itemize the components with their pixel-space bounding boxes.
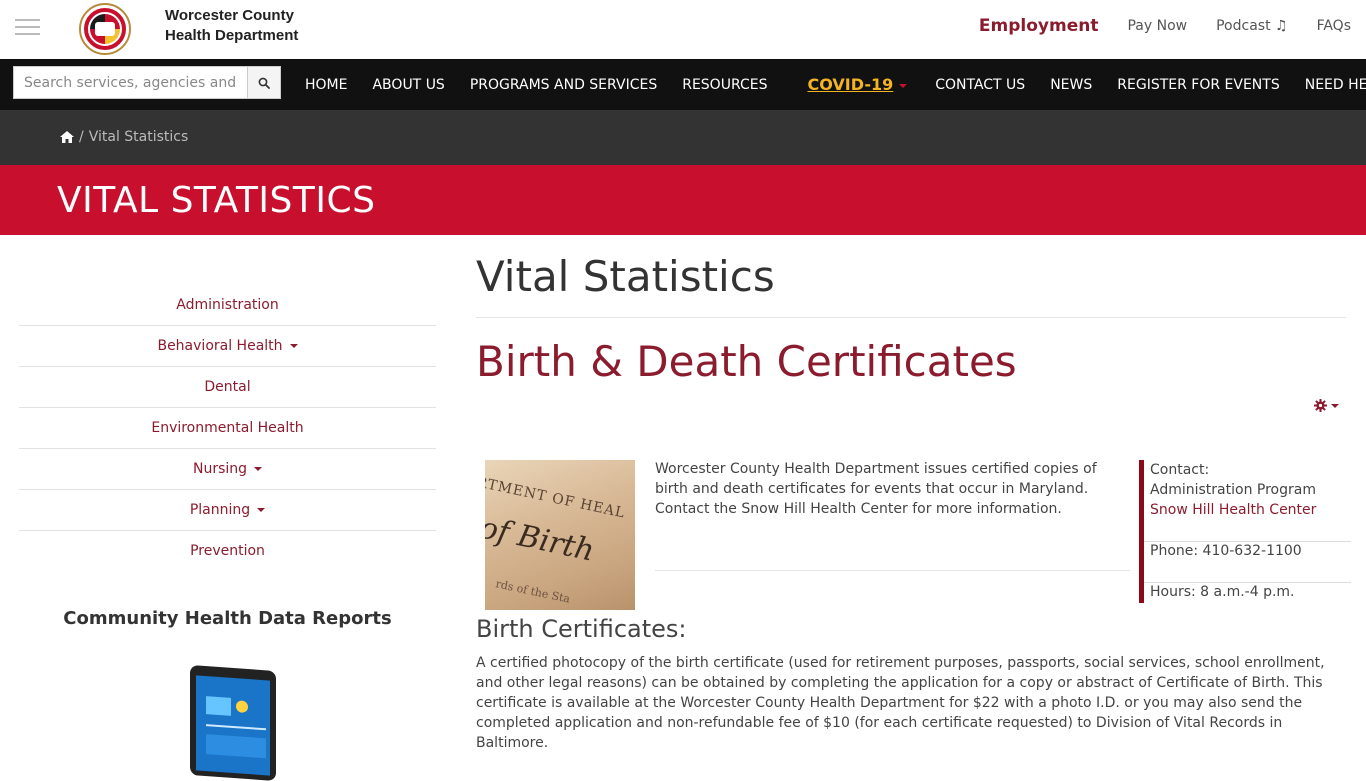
chevron-down-icon [257, 508, 266, 512]
search-icon [258, 77, 270, 89]
sidebar-item-label: Administration [176, 297, 279, 313]
snow-hill-health-center-link[interactable]: Snow Hill Health Center [1150, 502, 1316, 518]
sidebar-item-label: Planning [189, 502, 251, 518]
org-name-line2: Health Department [165, 27, 299, 44]
chevron-down-icon [899, 83, 908, 88]
health-data-tablet-image[interactable] [190, 664, 276, 781]
breadcrumb-separator: / [79, 129, 84, 145]
nav-links: HOME ABOUT US PROGRAMS AND SERVICES RESO… [305, 59, 1366, 110]
nav-news[interactable]: NEWS [1050, 77, 1092, 93]
sidebar-item-nursing[interactable]: Nursing [19, 449, 436, 490]
birth-certificate-image: RTMENT OF HEAL of Birth rds of the Sta [485, 460, 635, 610]
home-icon[interactable] [60, 131, 74, 143]
health-department-logo[interactable] [79, 3, 131, 55]
page-title: Vital Statistics [476, 252, 775, 301]
sidebar-item-label: Behavioral Health [157, 338, 283, 354]
contact-box: Contact: Administration Program Snow Hil… [1139, 460, 1351, 603]
nav-register-for-events[interactable]: REGISTER FOR EVENTS [1117, 77, 1279, 93]
contact-hours: Hours: 8 a.m.-4 p.m. [1150, 584, 1295, 600]
sidebar-item-label: Environmental Health [151, 420, 304, 436]
chevron-down-icon [254, 467, 263, 471]
search-input[interactable] [13, 66, 248, 99]
nav-covid-19[interactable]: COVID-19 [807, 75, 908, 94]
breadcrumb-bar: / Vital Statistics [0, 110, 1366, 165]
contact-label: Contact: [1150, 462, 1210, 478]
sidebar-item-label: Prevention [190, 543, 265, 559]
breadcrumb-current: Vital Statistics [88, 129, 189, 145]
faqs-link[interactable]: FAQs [1317, 18, 1351, 34]
nav-resources[interactable]: RESOURCES [682, 77, 767, 93]
nav-covid-19-label: COVID-19 [807, 75, 894, 94]
sidebar-item-administration[interactable]: Administration [19, 285, 436, 326]
podcast-link[interactable]: Podcast ♫ [1216, 18, 1287, 34]
chevron-down-icon [1331, 403, 1339, 408]
chevron-down-icon [289, 344, 298, 348]
intro-divider [655, 570, 1130, 571]
sidebar-nav: Administration Behavioral Health Dental … [19, 285, 436, 571]
site-header: Worcester County Health Department Emplo… [0, 0, 1366, 59]
contact-program: Administration Program [1150, 482, 1316, 498]
sidebar-item-behavioral-health[interactable]: Behavioral Health [19, 326, 436, 367]
hamburger-menu-icon[interactable] [15, 19, 40, 36]
nav-about-us[interactable]: ABOUT US [372, 77, 444, 93]
birth-certificates-text: A certified photocopy of the birth certi… [476, 655, 1325, 751]
nav-contact-us[interactable]: CONTACT US [935, 77, 1025, 93]
gear-icon [1314, 399, 1327, 412]
utility-links: Employment Pay Now Podcast ♫ FAQs [979, 0, 1351, 52]
banner-title: VITAL STATISTICS [57, 180, 376, 221]
sidebar-item-planning[interactable]: Planning [19, 490, 436, 531]
birth-certificates-heading: Birth Certificates: [476, 615, 687, 643]
sidebar-item-label: Nursing [192, 461, 248, 477]
sidebar-item-dental[interactable]: Dental [19, 367, 436, 408]
breadcrumb: / Vital Statistics [60, 129, 188, 145]
org-name-line1: Worcester County [165, 7, 294, 24]
page-banner: VITAL STATISTICS [0, 165, 1366, 235]
sidebar-item-prevention[interactable]: Prevention [19, 531, 436, 571]
community-health-reports-title[interactable]: Community Health Data Reports [19, 608, 436, 629]
settings-dropdown[interactable] [1314, 399, 1339, 412]
section-title: Birth & Death Certificates [476, 337, 1017, 386]
intro-text: Worcester County Health Department issue… [655, 461, 1097, 517]
search-form [13, 66, 281, 99]
nav-need-help[interactable]: NEED HELP? [1305, 77, 1366, 93]
org-name[interactable]: Worcester County Health Department [165, 6, 298, 46]
employment-link[interactable]: Employment [979, 16, 1099, 36]
title-divider [476, 317, 1346, 318]
nav-home[interactable]: HOME [305, 77, 347, 93]
contact-phone: Phone: 410-632-1100 [1150, 543, 1302, 559]
main-navbar: HOME ABOUT US PROGRAMS AND SERVICES RESO… [0, 59, 1366, 110]
sidebar-item-environmental-health[interactable]: Environmental Health [19, 408, 436, 449]
nav-programs-and-services[interactable]: PROGRAMS AND SERVICES [470, 77, 657, 93]
pay-now-link[interactable]: Pay Now [1127, 18, 1187, 34]
sidebar-item-label: Dental [204, 379, 251, 395]
search-button[interactable] [248, 66, 281, 99]
